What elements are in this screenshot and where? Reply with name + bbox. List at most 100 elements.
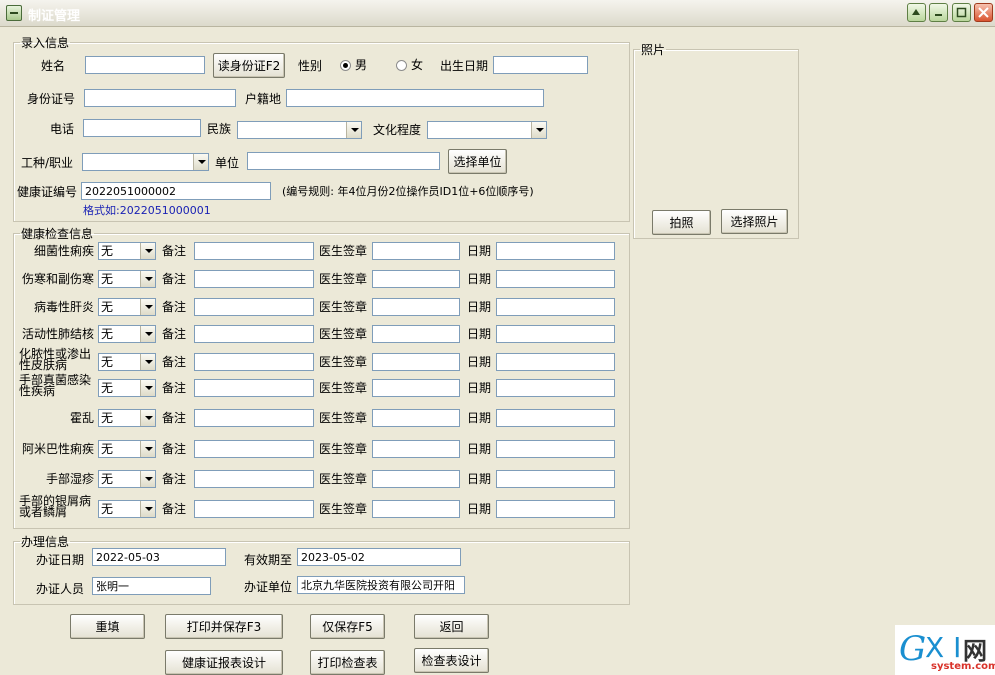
watermark-site: system.com [931,661,995,672]
chevron-down-icon[interactable] [140,299,155,315]
unit-label: 单位 [215,156,240,170]
reset-button[interactable]: 重填 [70,614,145,639]
disease-result-value: 无 [101,327,114,341]
select-photo-button[interactable]: 选择照片 [721,209,788,234]
check-date-input[interactable] [496,379,615,397]
doctor-signature-label: 医生签章 [319,327,368,341]
note-input[interactable] [194,440,314,458]
staff-input[interactable] [92,577,211,595]
name-input[interactable] [85,56,205,74]
note-input[interactable] [194,270,314,288]
restore-down-icon[interactable] [907,3,926,22]
doctor-signature-input[interactable] [372,242,460,260]
doctor-signature-input[interactable] [372,270,460,288]
note-label: 备注 [162,327,187,341]
note-input[interactable] [194,470,314,488]
cert-number-input[interactable] [81,182,271,200]
note-input[interactable] [194,379,314,397]
disease-result-select[interactable]: 无 [98,298,156,316]
note-input[interactable] [194,409,314,427]
doctor-signature-input[interactable] [372,440,460,458]
check-form-design-button[interactable]: 检查表设计 [414,648,489,673]
job-select[interactable] [82,153,209,171]
doctor-signature-input[interactable] [372,325,460,343]
chevron-down-icon[interactable] [140,380,155,396]
note-input[interactable] [194,500,314,518]
chevron-down-icon[interactable] [140,410,155,426]
disease-result-select[interactable]: 无 [98,325,156,343]
check-date-input[interactable] [496,325,615,343]
disease-result-select[interactable]: 无 [98,440,156,458]
cert-report-design-button[interactable]: 健康证报表设计 [165,650,283,675]
chevron-down-icon[interactable] [140,501,155,517]
minimize-icon[interactable] [929,3,948,22]
chevron-down-icon[interactable] [531,122,546,138]
valid-until-input[interactable] [297,548,461,566]
chevron-down-icon[interactable] [193,154,208,170]
gender-female-radio[interactable] [396,60,407,71]
back-button[interactable]: 返回 [414,614,489,639]
note-label: 备注 [162,381,187,395]
phone-input[interactable] [83,119,201,137]
doctor-signature-input[interactable] [372,298,460,316]
doctor-signature-label: 医生签章 [319,502,368,516]
read-id-card-label: 读身份证F2 [217,59,281,73]
ethnic-select[interactable] [237,121,362,139]
maximize-icon[interactable] [952,3,971,22]
disease-result-select[interactable]: 无 [98,353,156,371]
education-select[interactable] [427,121,547,139]
check-date-input[interactable] [496,353,615,371]
note-input[interactable] [194,325,314,343]
print-and-save-button[interactable]: 打印并保存F3 [165,614,283,639]
chevron-down-icon[interactable] [140,441,155,457]
hukou-input[interactable] [286,89,544,107]
note-input[interactable] [194,298,314,316]
disease-result-select[interactable]: 无 [98,270,156,288]
check-date-input[interactable] [496,409,615,427]
note-label: 备注 [162,300,187,314]
issue-date-input[interactable] [92,548,226,566]
birth-date-label: 出生日期 [440,59,489,73]
select-unit-button[interactable]: 选择单位 [448,149,507,174]
check-date-input[interactable] [496,500,615,518]
check-date-input[interactable] [496,470,615,488]
chevron-down-icon[interactable] [346,122,361,138]
doctor-signature-input[interactable] [372,353,460,371]
close-icon[interactable] [974,3,993,22]
read-id-card-button[interactable]: 读身份证F2 [213,53,285,78]
chevron-down-icon[interactable] [140,271,155,287]
disease-result-select[interactable]: 无 [98,379,156,397]
gender-male-radio[interactable] [340,60,351,71]
capture-photo-button[interactable]: 拍照 [652,210,711,235]
check-date-input[interactable] [496,298,615,316]
system-menu-icon[interactable] [6,5,22,21]
doctor-signature-input[interactable] [372,379,460,397]
note-input[interactable] [194,242,314,260]
select-photo-label: 选择照片 [730,215,779,229]
chevron-down-icon[interactable] [140,354,155,370]
note-label: 备注 [162,442,187,456]
check-date-input[interactable] [496,270,615,288]
check-date-input[interactable] [496,242,615,260]
disease-name-label: 手部真菌感染性疾病 [19,373,92,398]
save-only-button[interactable]: 仅保存F5 [310,614,385,639]
issuing-org-input[interactable] [297,576,465,594]
check-date-input[interactable] [496,440,615,458]
disease-result-select[interactable]: 无 [98,409,156,427]
doctor-signature-input[interactable] [372,409,460,427]
unit-input[interactable] [247,152,440,170]
disease-result-select[interactable]: 无 [98,470,156,488]
note-input[interactable] [194,353,314,371]
id-number-input[interactable] [84,89,236,107]
print-check-form-button[interactable]: 打印检查表 [310,650,385,675]
chevron-down-icon[interactable] [140,471,155,487]
reset-label: 重填 [95,620,120,634]
birth-date-input[interactable] [493,56,588,74]
doctor-signature-input[interactable] [372,470,460,488]
chevron-down-icon[interactable] [140,326,155,342]
chevron-down-icon[interactable] [140,243,155,259]
doctor-signature-input[interactable] [372,500,460,518]
disease-result-select[interactable]: 无 [98,242,156,260]
disease-name-label: 病毒性肝炎 [33,300,94,314]
disease-result-select[interactable]: 无 [98,500,156,518]
